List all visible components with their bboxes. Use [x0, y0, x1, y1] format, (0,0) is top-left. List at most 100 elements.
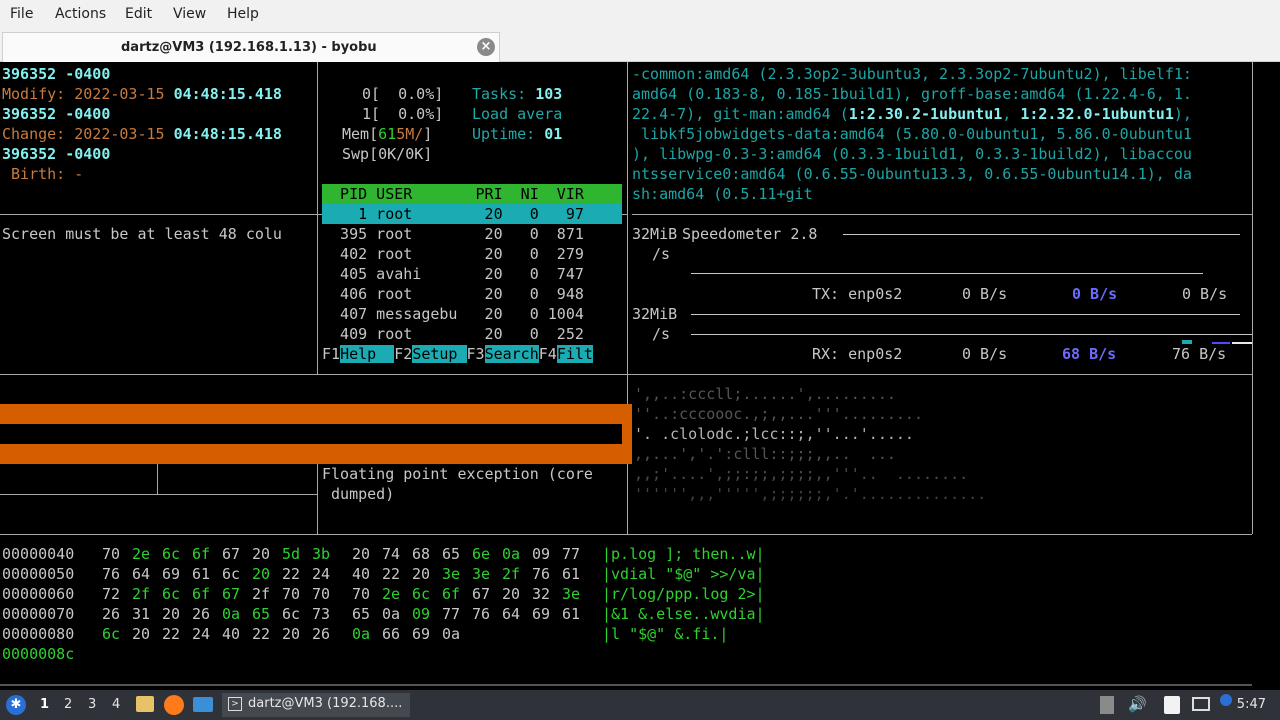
terminal-tab[interactable]: dartz@VM3 (192.168.1.13) - byobu × — [2, 32, 500, 62]
process-row[interactable]: 409 root 20 0 252 — [322, 324, 584, 344]
menu-edit[interactable]: Edit — [125, 6, 152, 22]
search-button[interactable]: Search — [484, 345, 539, 363]
hex-byte: 22 — [162, 625, 181, 643]
mem-label: Mem[ — [342, 125, 379, 143]
hex-byte: 6f — [192, 545, 211, 563]
fkey-f1[interactable]: F1 — [322, 345, 340, 363]
document-icon[interactable] — [1164, 696, 1180, 714]
menu-actions[interactable]: Actions — [55, 6, 106, 22]
network-icon[interactable] — [1192, 697, 1210, 711]
hex-byte: 69 — [532, 605, 551, 623]
rx-value: 0 B/s — [962, 345, 1008, 363]
hex-byte: 76 — [102, 565, 121, 583]
speed-unit: /s — [652, 325, 671, 343]
process-row[interactable]: 406 root 20 0 948 — [322, 284, 584, 304]
filter-button[interactable]: Filt — [556, 345, 593, 363]
menu-file[interactable]: File — [10, 6, 33, 22]
process-row[interactable]: 407 messagebu 20 0 1004 — [322, 304, 584, 324]
hex-byte: 2e — [132, 545, 151, 563]
menu-view[interactable]: View — [173, 6, 206, 22]
workspace-3[interactable]: 3 — [88, 697, 96, 712]
hex-byte: 20 — [352, 545, 371, 563]
hex-ascii: |vdial "$@" >>/va| — [602, 565, 765, 583]
tx-value: 0 B/s — [1182, 285, 1228, 303]
hex-byte: 2f — [502, 565, 521, 583]
file-manager-icon[interactable] — [136, 696, 154, 712]
ascii-art-line: '. .clolodc.;lcc::;,''...'..... — [634, 425, 914, 443]
swap-meter: Swp[0K/0K] — [342, 145, 433, 163]
process-row-selected[interactable]: 1 root 20 0 97 — [322, 204, 622, 224]
hex-byte: 70 — [282, 585, 301, 603]
hex-byte: 74 — [382, 545, 401, 563]
terminal-icon: > — [228, 697, 242, 711]
uptime-value: 01 — [544, 125, 563, 143]
apt-line: libkf5jobwidgets-data:amd64 (5.80.0-0ubu… — [632, 125, 1192, 143]
firefox-icon[interactable] — [164, 695, 184, 715]
hex-byte: 0a — [352, 625, 371, 643]
hex-byte: 64 — [132, 565, 151, 583]
stat-line: 396352 -0400 — [2, 65, 111, 83]
apt-line: 22.4-7), git-man:amd64 (1:2.30.2-1ubuntu… — [632, 104, 1192, 124]
hex-byte: 65 — [352, 605, 371, 623]
speed-scale: 32MiB — [632, 305, 678, 323]
close-icon[interactable]: × — [477, 38, 495, 56]
hex-byte: 6c — [412, 585, 431, 603]
hex-byte: 26 — [102, 605, 121, 623]
speedometer-title: Speedometer 2.8 — [682, 225, 818, 243]
hex-byte: 0a — [222, 605, 241, 623]
tray-icon[interactable] — [1100, 696, 1114, 714]
fkey-f3[interactable]: F3 — [467, 345, 485, 363]
apt-version: 1:2.30.2-1ubuntu1 — [848, 105, 1003, 123]
hex-byte: 3e — [442, 565, 461, 583]
help-button[interactable]: Help — [340, 345, 395, 363]
tab-title: dartz@VM3 (192.168.1.13) - byobu — [121, 40, 377, 55]
taskbar: ✱ 1 2 3 4 > dartz@VM3 (192.168.... 🔊 5:4… — [0, 690, 1280, 720]
pane-divider — [632, 214, 1252, 215]
hex-byte: 73 — [312, 605, 331, 623]
menu-bar: File Actions Edit View Help — [0, 0, 1280, 30]
fpe-message: dumped) — [322, 485, 395, 503]
function-keys: F1Help F2Setup F3SearchF4Filt — [322, 344, 593, 364]
stat-line: 396352 -0400 — [2, 145, 111, 163]
apt-text: ), — [1173, 105, 1192, 123]
process-row[interactable]: 395 root 20 0 871 — [322, 224, 584, 244]
speed-rule — [691, 273, 1203, 274]
ascii-art-line: ',,..:cccll;......',......... — [634, 385, 896, 403]
terminal[interactable]: 396352 -0400 Modify: 2022-03-15 04:48:15… — [0, 62, 1280, 686]
hex-byte: 77 — [562, 545, 581, 563]
hex-byte: 6c — [102, 625, 121, 643]
apt-line: sh:amd64 (0.5.11+git — [632, 185, 813, 203]
hex-byte: 61 — [562, 605, 581, 623]
process-row[interactable]: 405 avahi 20 0 747 — [322, 264, 584, 284]
desktop-icon[interactable] — [193, 697, 213, 712]
workspace-4[interactable]: 4 — [112, 697, 120, 712]
stat-modify: Modify: 2022-03-15 04:48:15.418 — [2, 84, 282, 104]
mem-meter: Mem[615M/] — [342, 124, 432, 144]
stat-change: Change: 2022-03-15 04:48:15.418 — [2, 124, 282, 144]
hex-ascii: |p.log ]; then..w| — [602, 545, 765, 563]
fkey-f2[interactable]: F2 — [394, 345, 412, 363]
menu-help[interactable]: Help — [227, 6, 259, 22]
workspace-2[interactable]: 2 — [64, 697, 72, 712]
fkey-f4[interactable]: F4 — [539, 345, 557, 363]
modify-label: Modify: — [2, 85, 75, 103]
mem-close: ] — [423, 125, 433, 143]
hex-byte: 0a — [502, 545, 521, 563]
hex-byte: 70 — [352, 585, 371, 603]
hex-byte: 2f — [132, 585, 151, 603]
setup-button[interactable]: Setup — [412, 345, 467, 363]
start-menu-icon[interactable]: ✱ — [6, 695, 26, 715]
speed-rule — [691, 334, 1252, 335]
ascii-art-line: '''''',,,''''',;;;;;;,'.'.............. — [634, 485, 987, 503]
process-row[interactable]: 402 root 20 0 279 — [322, 244, 584, 264]
tx-value-current: 0 B/s — [1072, 285, 1118, 303]
taskbar-app-terminal[interactable]: > dartz@VM3 (192.168.... — [222, 693, 410, 717]
pane-divider — [317, 62, 318, 374]
tasks-value: 103 — [535, 85, 563, 103]
hex-byte: 61 — [562, 565, 581, 583]
volume-icon[interactable]: 🔊 — [1128, 695, 1147, 713]
workspace-1[interactable]: 1 — [40, 697, 49, 712]
notification-icon[interactable] — [1220, 694, 1232, 706]
cpu1-meter: 1[ 0.0%] — [362, 105, 444, 123]
hex-byte: 40 — [222, 625, 241, 643]
